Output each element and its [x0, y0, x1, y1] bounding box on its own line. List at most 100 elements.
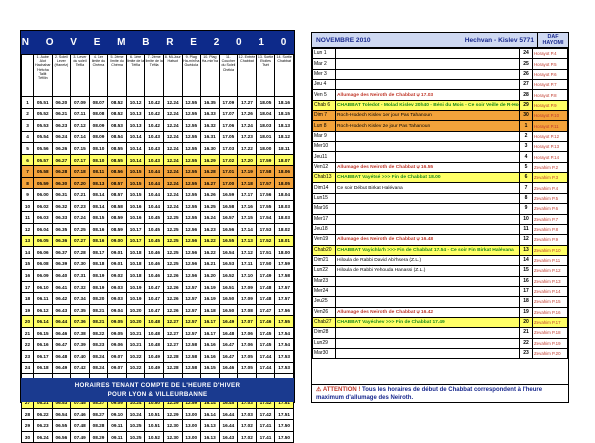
- time-cell: 17.59: [274, 257, 294, 271]
- day-number: 20: [21, 315, 34, 328]
- time-cell: 17.57: [274, 280, 294, 294]
- time-cell: 18.00: [274, 246, 294, 259]
- time-cell: 16.17: [200, 326, 220, 340]
- day-number: 3: [21, 119, 34, 132]
- hebrew-date: 29: [519, 99, 533, 112]
- day-label: Ven19: [312, 234, 336, 246]
- time-cell: 08.19: [88, 280, 109, 294]
- time-cell: 17.09: [237, 292, 257, 305]
- hebrew-date: 19: [519, 306, 533, 318]
- time-cell: 12.55: [181, 165, 202, 178]
- event-text: [335, 141, 520, 153]
- time-cell: 06.56: [51, 430, 72, 443]
- time-cell: 08.07: [88, 96, 109, 109]
- day-number: 16: [21, 269, 34, 282]
- time-cell: 08.28: [88, 419, 109, 432]
- time-cell: 09.00: [107, 234, 127, 248]
- time-cell: 07.31: [70, 269, 90, 282]
- day-label: Mer17: [312, 213, 336, 225]
- hebrew-date: 7: [519, 182, 533, 194]
- time-cell: 06.10: [33, 280, 53, 294]
- time-cell: 10.24: [125, 407, 146, 421]
- time-cell: 17.58: [274, 269, 294, 282]
- time-cell: 12.29: [162, 407, 183, 421]
- event-text: [335, 68, 520, 81]
- time-cell: 16.49: [218, 315, 239, 328]
- daf-page: Zevahim P.17: [532, 316, 568, 329]
- left-footer: HORAIRES TENANT COMPTE DE L'HEURE D'HIVE…: [21, 378, 294, 402]
- day-label: Mer24: [312, 285, 336, 298]
- table-row: 9 06.00 06.31 07.21 08.14 08.57 10.15 10.44 12.2…: [21, 188, 294, 201]
- time-cell: 10.14: [125, 142, 146, 155]
- time-cell: 16.15: [200, 361, 220, 375]
- event-text: [335, 47, 520, 60]
- event-text: [335, 151, 520, 163]
- table-row: 20 06.14 06.44 07.36 08.21 09.05 10.20 10.48 12.…: [21, 315, 294, 328]
- time-cell: 07.42: [70, 361, 90, 375]
- time-cell: 12.26: [162, 280, 183, 294]
- daf-page: Horayot P.9: [532, 99, 568, 112]
- time-cell: 12.55: [181, 119, 202, 132]
- right-footer: ⚠ ATTENTION ! Tous les horaires de début…: [312, 384, 568, 402]
- time-cell: 16.53: [218, 257, 239, 271]
- column-header: 5. 2ème limite du Chéma: [107, 54, 127, 97]
- time-cell: 17.46: [255, 315, 276, 328]
- time-cell: 17.58: [255, 165, 276, 178]
- time-cell: 06.43: [51, 303, 72, 317]
- hebrew-date: 17: [519, 285, 533, 298]
- day-number: 4: [21, 130, 34, 144]
- time-cell: 09.05: [107, 315, 127, 328]
- time-cell: 08.09: [88, 119, 109, 132]
- calendar-row: Dim28 21 Zevahim P.18: [312, 327, 568, 339]
- time-cell: 10.21: [125, 326, 146, 340]
- time-cell: 12.56: [181, 234, 202, 248]
- time-cell: 12.56: [181, 257, 202, 271]
- hebrew-date: 30: [519, 110, 533, 122]
- time-cell: 17.11: [237, 257, 257, 271]
- time-cell: 10.15: [125, 176, 146, 190]
- time-cell: 07.28: [70, 246, 90, 259]
- time-cell: 18.06: [274, 165, 294, 178]
- time-cell: 18.05: [255, 96, 276, 109]
- event-text: [335, 203, 520, 215]
- calendar-header: NOVEMBRE 2010 Hechvan - Kislev 5771 DAF …: [312, 33, 568, 48]
- time-cell: 12.28: [162, 361, 183, 375]
- table-row: 7 05.58 06.28 07.18 08.11 08.56 10.15 10.44 12.2…: [21, 165, 294, 178]
- daf-page: Zevahim P.20: [532, 347, 568, 360]
- time-cell: 12.24: [162, 107, 183, 121]
- time-cell: 16.25: [200, 199, 220, 213]
- time-cell: 06.46: [51, 326, 72, 340]
- time-cell: 16.48: [218, 326, 239, 340]
- time-cell: 17.09: [218, 96, 239, 109]
- daf-page: Zevahim P.5: [532, 192, 568, 205]
- daf-page: Zevahim P.9: [532, 234, 568, 246]
- calendar-row: Dim21 Hiloula de Rabbi David Abi'hsera (Z…: [312, 254, 568, 267]
- time-cell: 12.58: [181, 361, 202, 375]
- time-cell: 10.44: [144, 165, 164, 178]
- table-row: 3 05.53 06.23 07.12 08.09 08.53 10.13 10.42 12.2…: [21, 119, 294, 132]
- daf-page: Zevahim P.3: [532, 172, 568, 184]
- time-cell: 17.51: [255, 246, 276, 259]
- time-cell: 17.06: [218, 119, 239, 132]
- time-cell: 16.13: [200, 430, 220, 443]
- time-cell: 07.38: [70, 326, 90, 340]
- event-text: [335, 327, 520, 339]
- time-cell: 17.00: [218, 176, 239, 190]
- time-cell: 17.54: [274, 326, 294, 340]
- time-cell: 06.04: [33, 223, 53, 236]
- time-cell: 10.18: [125, 269, 146, 282]
- time-cell: 08.18: [88, 257, 109, 271]
- time-cell: 17.26: [237, 107, 257, 121]
- time-cell: 18.02: [274, 223, 294, 236]
- time-cell: 05.54: [33, 130, 53, 144]
- hebrew-date: 11: [519, 223, 533, 236]
- hebrew-date: 18: [519, 296, 533, 308]
- time-cell: 09.11: [107, 419, 127, 432]
- time-cell: 06.17: [33, 350, 53, 363]
- time-cell: 10.48: [144, 315, 164, 328]
- time-cell: 06.28: [51, 165, 72, 178]
- time-cell: 10.44: [144, 199, 164, 213]
- time-cell: 17.47: [255, 303, 276, 317]
- time-cell: 18.03: [255, 119, 276, 132]
- calendar-row: Mar 2 25 Horayot P.5: [312, 58, 568, 70]
